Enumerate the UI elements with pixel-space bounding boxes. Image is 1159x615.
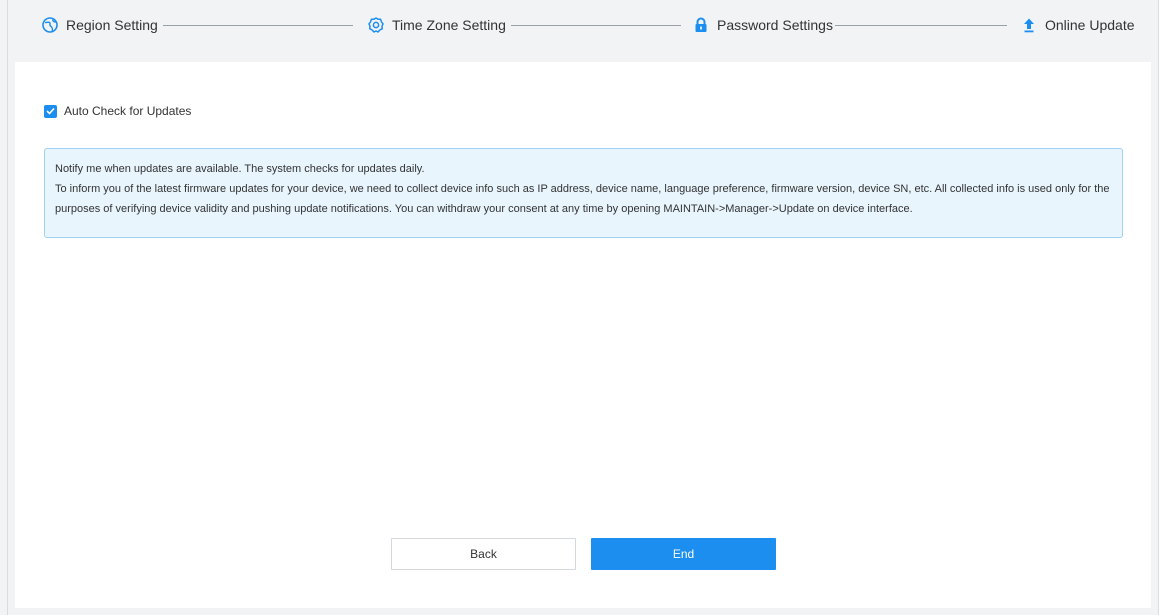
globe-icon	[42, 17, 58, 33]
step-password-settings[interactable]: Password Settings	[693, 14, 833, 36]
step-label: Online Update	[1045, 17, 1135, 33]
notice-line-1: Notify me when updates are available. Th…	[55, 163, 425, 175]
step-label: Time Zone Setting	[392, 17, 506, 33]
step-connector	[511, 25, 681, 26]
auto-check-updates-checkbox[interactable]: Auto Check for Updates	[44, 104, 191, 118]
step-connector	[835, 25, 1007, 26]
lock-icon	[693, 17, 709, 33]
step-online-update[interactable]: Online Update	[1021, 14, 1135, 36]
step-connector	[163, 25, 353, 26]
step-label: Region Setting	[66, 17, 158, 33]
online-update-panel: Auto Check for Updates Notify me when up…	[15, 62, 1151, 608]
checkbox-checked-icon[interactable]	[44, 104, 57, 118]
auto-check-label: Auto Check for Updates	[64, 104, 192, 118]
wizard-stepbar: Region Setting Time Zone Setting Passwor…	[8, 0, 1151, 62]
step-region-setting[interactable]: Region Setting	[42, 14, 158, 36]
notice-line-2: To inform you of the latest firmware upd…	[55, 183, 1110, 215]
back-button[interactable]: Back	[391, 538, 576, 570]
bottom-strip	[8, 608, 1151, 615]
gear-clock-icon	[368, 17, 384, 33]
upload-arrow-icon	[1021, 17, 1037, 33]
step-label: Password Settings	[717, 17, 833, 33]
privacy-notice: Notify me when updates are available. Th…	[44, 148, 1123, 238]
step-time-zone-setting[interactable]: Time Zone Setting	[368, 14, 506, 36]
end-button[interactable]: End	[591, 538, 776, 570]
